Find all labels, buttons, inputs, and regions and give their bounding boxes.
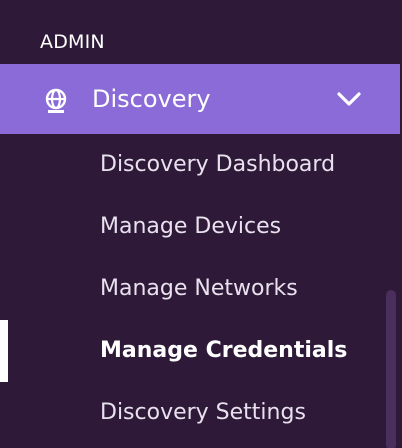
globe-icon xyxy=(43,88,69,114)
scrollbar-thumb[interactable] xyxy=(386,290,396,448)
sidebar-item-manage-devices[interactable]: Manage Devices xyxy=(100,212,281,242)
nav-group-label: Discovery xyxy=(92,85,211,113)
sidebar: ADMIN Discovery Discovery Dashboard Mana… xyxy=(0,0,402,448)
active-item-indicator xyxy=(0,320,8,382)
sidebar-item-discovery-dashboard[interactable]: Discovery Dashboard xyxy=(100,150,335,180)
sidebar-item-manage-credentials[interactable]: Manage Credentials xyxy=(100,336,347,366)
section-heading-admin: ADMIN xyxy=(40,31,105,53)
nav-group-discovery[interactable]: Discovery xyxy=(0,64,400,134)
sidebar-item-manage-networks[interactable]: Manage Networks xyxy=(100,274,298,304)
chevron-down-icon[interactable] xyxy=(336,90,362,108)
sidebar-item-discovery-settings[interactable]: Discovery Settings xyxy=(100,398,306,428)
